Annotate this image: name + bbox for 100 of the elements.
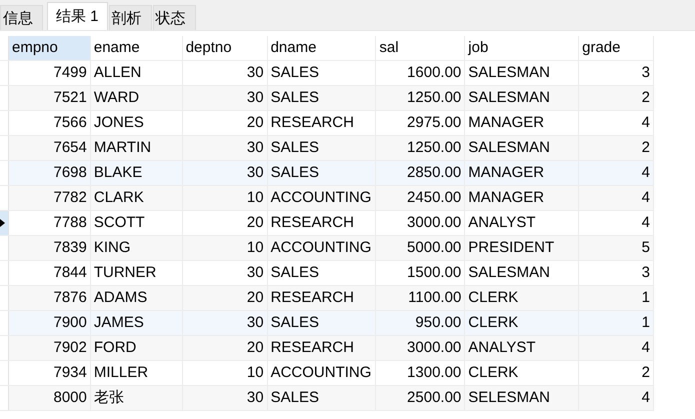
table-cell: SELESMAN <box>465 386 580 410</box>
column-header[interactable]: sal <box>376 36 466 60</box>
column-header[interactable]: ename <box>90 36 183 60</box>
table-cell: FORD <box>90 336 183 360</box>
table-cell: SALES <box>268 61 376 85</box>
table-cell: CLERK <box>465 286 580 310</box>
table-cell: SALES <box>268 261 376 285</box>
table-cell: MANAGER <box>465 186 580 210</box>
table-cell: 7844 <box>8 261 91 285</box>
table-cell: CLERK <box>465 361 580 385</box>
column-header[interactable]: deptno <box>182 36 268 60</box>
table-cell: 30 <box>182 136 268 160</box>
table-cell: 3000.00 <box>376 211 466 235</box>
table-cell: 4 <box>579 211 654 235</box>
table-cell: CLARK <box>90 186 183 210</box>
table-cell: 20 <box>182 211 268 235</box>
table-cell: KING <box>90 236 183 260</box>
table-cell: 3 <box>579 261 654 285</box>
table-cell: 1500.00 <box>376 261 466 285</box>
table-cell: 1100.00 <box>376 286 466 310</box>
table-cell: 30 <box>182 61 268 85</box>
table-cell: MARTIN <box>90 136 183 160</box>
table-cell: 10 <box>182 236 268 260</box>
table-cell: BLAKE <box>90 161 183 185</box>
tab[interactable]: 信息 <box>0 5 43 30</box>
table-cell: 30 <box>182 161 268 185</box>
table-cell: 1300.00 <box>376 361 466 385</box>
table-cell: 10 <box>182 186 268 210</box>
tab[interactable]: 状态 <box>152 5 196 30</box>
table-cell: 7839 <box>8 236 91 260</box>
table-cell: RESEARCH <box>268 211 376 235</box>
column-header[interactable]: dname <box>268 36 376 60</box>
table-cell: 950.00 <box>376 311 466 335</box>
table-cell: 2 <box>579 136 654 160</box>
table-cell: RESEARCH <box>268 336 376 360</box>
table-cell: 4 <box>579 336 654 360</box>
table-cell: 10 <box>182 361 268 385</box>
table-cell: 30 <box>182 86 268 110</box>
table-cell: ALLEN <box>90 61 183 85</box>
table-cell: 7788 <box>8 211 91 235</box>
table-cell: 30 <box>182 386 268 410</box>
table-cell: SALESMAN <box>465 261 580 285</box>
table-cell: 2500.00 <box>376 386 466 410</box>
table-cell: SALESMAN <box>465 61 580 85</box>
table-cell: 2450.00 <box>376 186 466 210</box>
table-cell: 1600.00 <box>376 61 466 85</box>
table-cell: 1250.00 <box>376 136 466 160</box>
table-cell: SALES <box>268 161 376 185</box>
table-cell: 7782 <box>8 186 91 210</box>
table-cell: RESEARCH <box>268 111 376 135</box>
table-cell: SALESMAN <box>465 86 580 110</box>
table-cell: SALES <box>268 136 376 160</box>
table-cell: 7934 <box>8 361 91 385</box>
table-cell: ADAMS <box>90 286 183 310</box>
table-cell: SALES <box>268 311 376 335</box>
table-cell: ACCOUNTING <box>268 186 376 210</box>
table-cell: 7902 <box>8 336 91 360</box>
table-cell: 7876 <box>8 286 91 310</box>
tab[interactable]: 结果 1 <box>47 2 108 30</box>
table-cell: 2975.00 <box>376 111 466 135</box>
table-cell: 7654 <box>8 136 91 160</box>
column-header[interactable]: grade <box>579 36 654 60</box>
tab[interactable]: 剖析 <box>108 5 152 30</box>
table-cell: 4 <box>579 161 654 185</box>
table-cell: PRESIDENT <box>465 236 580 260</box>
column-header[interactable]: job <box>465 36 580 60</box>
table-cell: TURNER <box>90 261 183 285</box>
table-cell: ACCOUNTING <box>268 236 376 260</box>
table-cell: 5000.00 <box>376 236 466 260</box>
table-cell: 2 <box>579 86 654 110</box>
table-cell: 5 <box>579 236 654 260</box>
column-header[interactable]: empno <box>8 36 91 60</box>
table-cell: 3 <box>579 61 654 85</box>
table-cell: 7698 <box>8 161 91 185</box>
table-cell: MANAGER <box>465 111 580 135</box>
table-cell: 7566 <box>8 111 91 135</box>
table-cell: SALES <box>268 386 376 410</box>
table-cell: 30 <box>182 311 268 335</box>
table-cell: ANALYST <box>465 211 580 235</box>
table-cell: SALES <box>268 86 376 110</box>
table-cell: 2850.00 <box>376 161 466 185</box>
table-cell: 7900 <box>8 311 91 335</box>
table-cell: 4 <box>579 386 654 410</box>
table-cell: 1250.00 <box>376 86 466 110</box>
table-cell: 4 <box>579 186 654 210</box>
table-cell: 老张 <box>90 386 183 410</box>
table-cell: 4 <box>579 111 654 135</box>
table-cell: JONES <box>90 111 183 135</box>
table-cell: 20 <box>182 111 268 135</box>
table-cell: 20 <box>182 336 268 360</box>
table-cell: 2 <box>579 361 654 385</box>
table-cell: MANAGER <box>465 161 580 185</box>
table-cell: SALESMAN <box>465 136 580 160</box>
table-cell: 30 <box>182 261 268 285</box>
table-cell: 1 <box>579 286 654 310</box>
table-cell: 7521 <box>8 86 91 110</box>
table-cell: RESEARCH <box>268 286 376 310</box>
table-cell: JAMES <box>90 311 183 335</box>
table-cell: 1 <box>579 311 654 335</box>
table-cell: CLERK <box>465 311 580 335</box>
